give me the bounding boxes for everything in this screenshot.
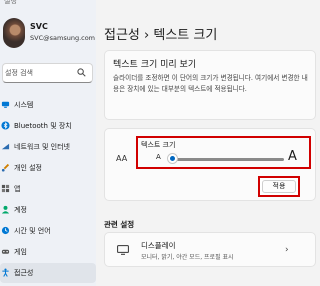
text-size-icon: AA	[116, 154, 128, 163]
accessibility-icon	[2, 268, 9, 277]
sidebar-item-label: 네트워크 및 인터넷	[14, 143, 70, 151]
slider-highlight-box: 텍스트 크기 A A	[136, 136, 311, 169]
search-icon[interactable]	[77, 68, 86, 77]
sidebar-item-network[interactable]: 네트워크 및 인터넷	[0, 137, 96, 157]
sidebar-item-label: 앱	[14, 185, 21, 193]
person-icon	[1, 205, 10, 214]
sidebar-item-label: 시간 및 언어	[14, 227, 51, 235]
slider-thumb[interactable]	[167, 154, 177, 163]
chevron-right-icon: ›	[285, 245, 289, 255]
sidebar-item-bluetooth[interactable]: Bluetooth 및 장치	[0, 116, 96, 136]
sidebar-item-apps[interactable]: 앱	[0, 179, 96, 199]
slider-label: 텍스트 크기	[141, 141, 176, 149]
sidebar-item-label: 게임	[14, 248, 27, 256]
small-text-marker: A	[156, 153, 161, 161]
sidebar-item-time-language[interactable]: 시간 및 언어	[0, 221, 96, 241]
breadcrumb-parent[interactable]: 접근성	[104, 28, 140, 43]
text-size-slider[interactable]	[172, 158, 284, 161]
preview-text: 슬라이더를 조정하면 이 단어의 크기가 변경됩니다. 여기에서 변경한 내용은…	[113, 74, 308, 93]
sidebar-item-label: 시스템	[14, 101, 34, 109]
page-title: 텍스트 크기	[153, 28, 218, 43]
sidebar-item-accounts[interactable]: 계정	[0, 200, 96, 220]
user-name: SVC	[30, 22, 48, 31]
sidebar-item-label: 계정	[14, 206, 27, 214]
bluetooth-icon	[1, 121, 10, 130]
text-size-card: AA 텍스트 크기 A A 적용	[104, 128, 316, 201]
sidebar-item-personalization[interactable]: 개인 설정	[0, 158, 96, 178]
large-text-marker: A	[288, 149, 297, 164]
sidebar-item-gaming[interactable]: 게임	[0, 242, 96, 262]
sidebar: 설정 SVC SVC@samsung.com 설정 검색 시스템 Bluetoo…	[0, 0, 96, 286]
sidebar-item-label: 개인 설정	[14, 164, 42, 172]
user-email: SVC@samsung.com	[30, 34, 96, 42]
globe-clock-icon	[1, 226, 10, 235]
text-size-preview-card: 텍스트 크기 미리 보기 슬라이더를 조정하면 이 단어의 크기가 변경됩니다.…	[104, 50, 316, 120]
monitor-icon	[117, 245, 129, 255]
sidebar-item-system[interactable]: 시스템	[0, 95, 96, 115]
search-placeholder: 설정 검색	[5, 69, 33, 77]
wifi-icon	[1, 143, 10, 150]
sidebar-item-label: 접근성	[14, 269, 34, 277]
app-title: 설정	[4, 0, 17, 5]
apply-button[interactable]: 적용	[262, 180, 296, 193]
apply-highlight-box: 적용	[258, 176, 300, 197]
monitor-icon	[1, 101, 10, 108]
display-subtitle: 모니터, 밝기, 야간 모드, 프로필 표시	[141, 254, 234, 261]
display-settings-link[interactable]: 디스플레이 모니터, 밝기, 야간 모드, 프로필 표시 ›	[104, 232, 316, 267]
breadcrumb-separator: ›	[144, 28, 150, 43]
sidebar-item-label: Bluetooth 및 장치	[14, 122, 72, 130]
preview-title: 텍스트 크기 미리 보기	[113, 60, 197, 70]
display-title: 디스플레이	[141, 241, 176, 250]
breadcrumb: 접근성 › 텍스트 크기	[104, 24, 217, 43]
brush-icon	[1, 163, 10, 172]
gamepad-icon	[1, 249, 10, 254]
avatar[interactable]	[3, 18, 25, 48]
search-input[interactable]: 설정 검색	[2, 63, 93, 83]
related-settings-heading: 관련 설정	[104, 220, 135, 229]
sidebar-item-accessibility[interactable]: 접근성	[0, 263, 96, 283]
apps-icon	[1, 184, 10, 193]
